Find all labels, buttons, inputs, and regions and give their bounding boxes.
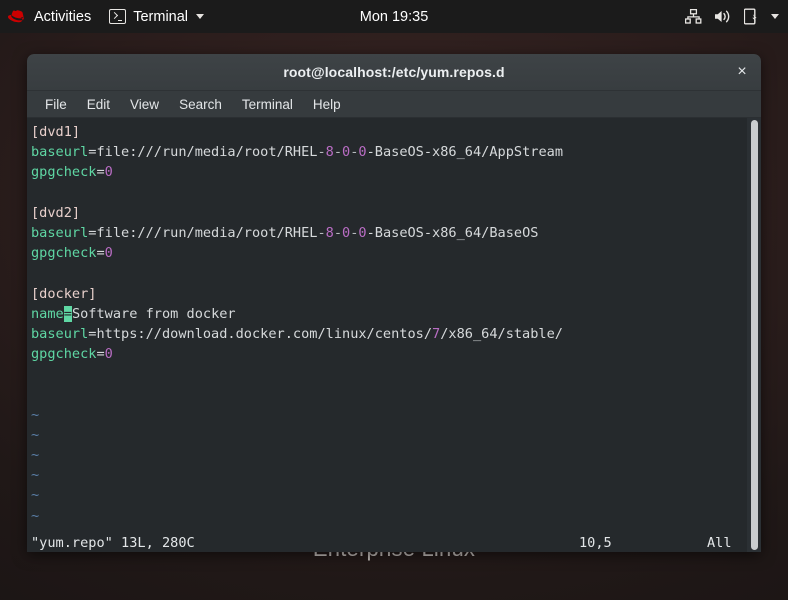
editor-token: baseurl — [31, 224, 89, 241]
editor-token: - — [317, 144, 326, 161]
terminal-icon — [109, 9, 127, 24]
editor-line: ~ — [31, 445, 761, 465]
editor-token: name — [31, 305, 64, 322]
editor-token: 0 — [358, 224, 367, 241]
activities-label: Activities — [34, 8, 92, 25]
chevron-down-icon — [771, 14, 779, 19]
editor-token: 7 — [432, 325, 441, 342]
editor-line: baseurl=https://download.docker.com/linu… — [31, 324, 761, 344]
editor-token: [dvd2] — [31, 204, 81, 221]
editor-token: ~ — [31, 507, 40, 524]
scrollbar-thumb[interactable] — [751, 120, 758, 550]
editor-token: = — [96, 164, 105, 181]
editor-line: ~ — [31, 425, 761, 445]
editor-token: =file:///run/media/root/RHEL — [88, 144, 318, 161]
activities-button[interactable]: Activities — [0, 0, 100, 33]
vim-editor-buffer: [dvd1] baseurl=file:///run/media/root/RHE… — [27, 122, 761, 552]
clock-label: Mon 19:35 — [359, 8, 429, 25]
editor-token: = — [96, 346, 105, 363]
editor-token: =file:///run/media/root/RHEL — [88, 224, 318, 241]
top-bar-left-group: Activities Terminal — [0, 0, 213, 33]
text-cursor: = — [63, 305, 72, 322]
editor-line: name=Software from docker — [31, 304, 761, 324]
editor-token: [dvd1] — [31, 124, 81, 140]
editor-token: gpgcheck — [31, 346, 97, 363]
window-title: root@localhost:/etc/yum.repos.d — [283, 64, 505, 80]
editor-token: 0 — [342, 224, 351, 241]
menu-bar: File Edit View Search Terminal Help — [27, 91, 761, 118]
terminal-screen[interactable]: [dvd1] baseurl=file:///run/media/root/RHE… — [27, 118, 761, 552]
editor-line: ~ — [31, 485, 761, 505]
editor-line: ~ — [31, 506, 761, 526]
editor-token: 8 — [325, 144, 334, 161]
editor-token: /x86_64/stable/ — [440, 325, 563, 342]
menu-item-terminal[interactable]: Terminal — [232, 94, 303, 115]
editor-token: ~ — [31, 487, 40, 504]
menu-item-search[interactable]: Search — [169, 94, 232, 115]
editor-token: [docker] — [31, 285, 97, 302]
editor-token: gpgcheck — [31, 164, 97, 181]
editor-line: gpgcheck=0 — [31, 162, 761, 182]
window-titlebar[interactable]: root@localhost:/etc/yum.repos.d × — [27, 54, 761, 91]
network-icon — [685, 9, 702, 24]
menu-item-help[interactable]: Help — [303, 94, 351, 115]
redhat-logo-icon — [8, 9, 24, 22]
editor-line: [dvd2] — [31, 203, 761, 223]
close-icon[interactable]: × — [729, 59, 755, 85]
editor-token: 0 — [104, 245, 113, 262]
status-scroll-percent: All — [707, 535, 732, 551]
battery-charging-icon — [744, 8, 757, 25]
editor-token: = — [96, 245, 105, 262]
status-cursor-position: 10,5 — [579, 535, 612, 551]
editor-token: ~ — [31, 467, 40, 484]
editor-token: -BaseOS-x86_64/AppStream — [366, 144, 563, 161]
app-menu-terminal[interactable]: Terminal — [100, 0, 213, 33]
editor-token: - — [317, 224, 326, 241]
editor-token: - — [333, 144, 343, 161]
menu-item-file[interactable]: File — [35, 94, 77, 115]
editor-token: 8 — [325, 224, 334, 241]
app-menu-label: Terminal — [133, 8, 189, 25]
menu-item-view[interactable]: View — [120, 94, 169, 115]
editor-token: 0 — [358, 144, 367, 161]
editor-line: gpgcheck=0 — [31, 344, 761, 364]
editor-token: gpgcheck — [31, 245, 97, 262]
editor-token: ~ — [31, 406, 40, 423]
status-file-info: "yum.repo" 13L, 280C — [31, 535, 195, 551]
editor-token: ~ — [31, 447, 40, 463]
editor-token: 0 — [104, 164, 113, 181]
editor-token: -BaseOS-x86_64/BaseOS — [366, 224, 539, 241]
terminal-scrollbar[interactable] — [747, 118, 761, 552]
volume-icon — [715, 10, 730, 23]
editor-token: 0 — [342, 144, 351, 161]
editor-line: ~ — [31, 465, 761, 485]
editor-line: ~ — [31, 405, 761, 425]
chevron-down-icon — [196, 14, 205, 19]
terminal-window: root@localhost:/etc/yum.repos.d × File E… — [27, 54, 761, 552]
editor-line: baseurl=file:///run/media/root/RHEL-8-0-… — [31, 223, 761, 243]
editor-token: - — [333, 224, 343, 241]
editor-token: Software from docker — [71, 305, 236, 322]
editor-line: [dvd1] — [31, 122, 761, 142]
editor-line: gpgcheck=0 — [31, 243, 761, 263]
gnome-top-bar: Activities Terminal Mon 19:35 — [0, 0, 788, 33]
editor-token: baseurl — [31, 325, 89, 342]
editor-token: ~ — [31, 426, 40, 443]
editor-line: [docker] — [31, 284, 761, 304]
editor-token: baseurl — [31, 144, 89, 161]
editor-line: baseurl=file:///run/media/root/RHEL-8-0-… — [31, 142, 761, 162]
vim-status-line: "yum.repo" 13L, 280C 10,5 All — [27, 532, 761, 552]
menu-item-edit[interactable]: Edit — [77, 94, 120, 115]
system-status-area[interactable] — [685, 0, 779, 33]
editor-token: =https://download.docker.com/linux/cento… — [88, 325, 433, 342]
editor-token: 0 — [104, 346, 113, 363]
